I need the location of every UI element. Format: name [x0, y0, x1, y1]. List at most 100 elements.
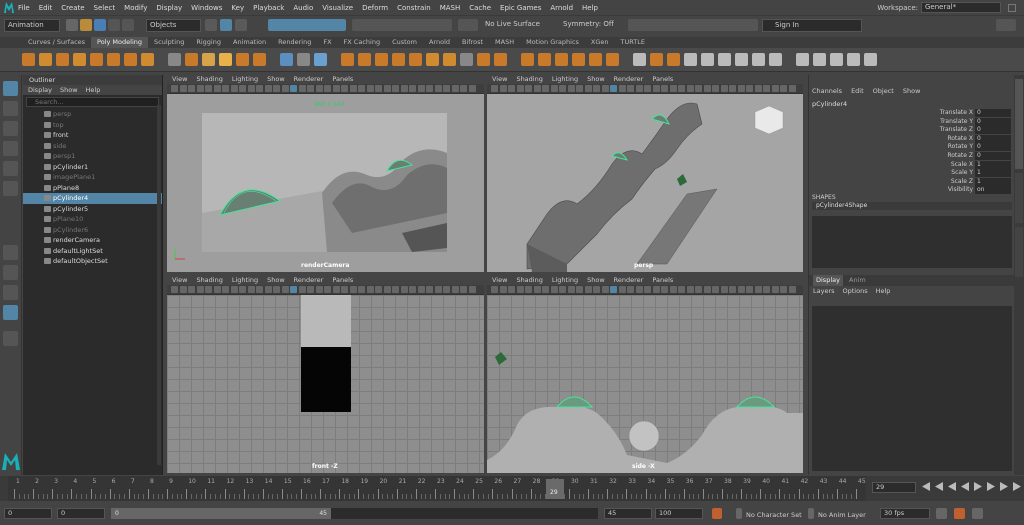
anim-layer-label[interactable]: No Anim Layer	[818, 511, 866, 519]
attribute-value[interactable]: 1	[975, 177, 1011, 186]
outliner-item[interactable]: side	[23, 141, 162, 152]
outliner-item[interactable]: persp1	[23, 151, 162, 162]
viewport-toolbar-icon[interactable]	[601, 85, 609, 92]
viewport-toolbar-icon[interactable]	[392, 85, 399, 92]
four-view-layout-icon[interactable]	[3, 265, 18, 280]
viewport-toolbar-icon[interactable]	[754, 85, 762, 92]
viewport-toolbar-icon[interactable]	[567, 286, 575, 293]
viewport-toolbar-icon[interactable]	[559, 85, 566, 92]
shelf-tool-icon[interactable]	[253, 53, 266, 66]
viewport-toolbar-icon[interactable]	[383, 85, 391, 92]
viewport-toolbar-icon[interactable]	[171, 85, 178, 92]
shelf-tab-sculpting[interactable]: Sculpting	[148, 37, 190, 48]
shelf-tool-icon[interactable]	[769, 53, 782, 66]
viewport-toolbar-icon[interactable]	[542, 85, 549, 92]
viewport-toolbar-icon[interactable]	[593, 85, 600, 92]
viewport-toolbar-icon[interactable]	[213, 85, 221, 92]
viewport-toolbar-icon[interactable]	[426, 286, 433, 293]
menu-item-mash[interactable]: MASH	[440, 4, 461, 12]
viewport-toolbar-icon[interactable]	[712, 85, 719, 92]
outliner-item[interactable]: pCylinder5	[23, 204, 162, 215]
viewport-toolbar-icon[interactable]	[703, 286, 711, 293]
viewport-toolbar-icon[interactable]	[273, 85, 280, 92]
shelf-tool-icon[interactable]	[297, 53, 310, 66]
viewport-toolbar-icon[interactable]	[508, 286, 515, 293]
selection-masks-icon[interactable]	[268, 19, 346, 31]
tab-display[interactable]: Display	[813, 275, 843, 286]
viewport-toolbar-icon[interactable]	[516, 286, 524, 293]
viewport-toolbar-icon[interactable]	[358, 286, 365, 293]
viewport-toolbar-icon[interactable]	[763, 286, 770, 293]
minimize-icon[interactable]	[1008, 3, 1016, 12]
select-tool-icon[interactable]	[3, 81, 18, 96]
shelf-tool-icon[interactable]	[538, 53, 551, 66]
viewport-toolbar-icon[interactable]	[788, 85, 796, 92]
menu-item-deform[interactable]: Deform	[362, 4, 388, 12]
shelf-tool-icon[interactable]	[141, 53, 154, 66]
viewport-toolbar-icon[interactable]	[205, 286, 212, 293]
history-icon[interactable]	[458, 19, 478, 31]
panel-toggle-icons[interactable]	[996, 19, 1016, 31]
scene-start-field[interactable]: 0	[4, 508, 52, 519]
viewport-menu-view[interactable]: View	[492, 75, 507, 84]
shelf-tab-rendering[interactable]: Rendering	[272, 37, 317, 48]
viewport-menu-show[interactable]: Show	[267, 75, 285, 84]
viewport-toolbar-icon[interactable]	[491, 286, 498, 293]
paint-select-tool-icon[interactable]	[3, 121, 18, 136]
viewport-side[interactable]: View Shading Lighting Show Renderer Panels si…	[487, 276, 803, 473]
viewport-toolbar-icon[interactable]	[264, 286, 272, 293]
viewport-toolbar-icon[interactable]	[635, 85, 643, 92]
shelf-tool-icon[interactable]	[555, 53, 568, 66]
outliner-item[interactable]: imagePlane1	[23, 172, 162, 183]
viewport-toolbar-icon[interactable]	[712, 286, 719, 293]
viewport-toolbar-icon[interactable]	[533, 286, 541, 293]
viewport-toolbar-icon[interactable]	[443, 85, 450, 92]
viewport-toolbar-icon[interactable]	[499, 85, 507, 92]
viewport-render-camera[interactable]: View Shading Lighting Show Renderer Panels 96…	[167, 75, 484, 272]
channel-box-menu-show[interactable]: Show	[903, 87, 921, 95]
layer-menu-options[interactable]: Options	[843, 287, 868, 295]
object-mode-icon[interactable]	[220, 19, 232, 31]
render-icons[interactable]	[628, 19, 758, 31]
anim-layer-icon[interactable]	[808, 508, 814, 519]
viewport-menu-shading[interactable]: Shading	[516, 75, 542, 84]
workspace-selector[interactable]: Workspace: General*	[877, 2, 1016, 13]
viewport-toolbar-icon[interactable]	[417, 85, 425, 92]
menu-set-dropdown[interactable]: Animation	[4, 19, 60, 32]
attribute-value[interactable]: 0	[975, 109, 1011, 117]
shelf-tool-icon[interactable]	[426, 53, 439, 66]
viewport-toolbar-icon[interactable]	[525, 85, 532, 92]
layer-menu-layers[interactable]: Layers	[813, 287, 835, 295]
shelf-tool-icon[interactable]	[752, 53, 765, 66]
viewport-toolbar-icon[interactable]	[576, 286, 583, 293]
step-back-frame-icon[interactable]	[948, 482, 956, 491]
viewport-toolbar-icon[interactable]	[256, 85, 263, 92]
viewport-toolbar-icon[interactable]	[383, 286, 391, 293]
viewport-toolbar-icon[interactable]	[610, 85, 617, 92]
menu-item-display[interactable]: Display	[156, 4, 182, 12]
live-surface-field[interactable]: No Live Surface	[482, 19, 552, 32]
viewport-toolbar-icon[interactable]	[273, 286, 280, 293]
shelf-tool-icon[interactable]	[375, 53, 388, 66]
viewport-toolbar-icon[interactable]	[788, 286, 796, 293]
go-to-end-icon[interactable]	[1013, 482, 1021, 491]
shelf-tool-icon[interactable]	[22, 53, 35, 66]
viewport-toolbar-icon[interactable]	[468, 286, 476, 293]
outliner-layout-icon[interactable]	[3, 305, 18, 320]
menu-item-windows[interactable]: Windows	[191, 4, 222, 12]
viewport-toolbar-icon[interactable]	[324, 286, 331, 293]
shelf-tab-poly-modeling[interactable]: Poly Modeling	[91, 37, 148, 48]
viewport-toolbar-icon[interactable]	[409, 85, 416, 92]
shelf-tool-icon[interactable]	[73, 53, 86, 66]
shelf-tool-icon[interactable]	[358, 53, 371, 66]
playback-end-field[interactable]: 45	[604, 508, 652, 519]
attribute-row[interactable]: Translate Y0	[809, 117, 1015, 127]
shelf-tool-icon[interactable]	[796, 53, 809, 66]
viewport-toolbar-icon[interactable]	[516, 85, 524, 92]
channel-box-menu-object[interactable]: Object	[873, 87, 894, 95]
outliner-item[interactable]: renderCamera	[23, 235, 162, 246]
viewport-toolbar-icon[interactable]	[188, 286, 195, 293]
snap-icons[interactable]	[352, 19, 452, 31]
viewport-toolbar-icon[interactable]	[627, 286, 634, 293]
viewport-toolbar-icon[interactable]	[409, 286, 416, 293]
